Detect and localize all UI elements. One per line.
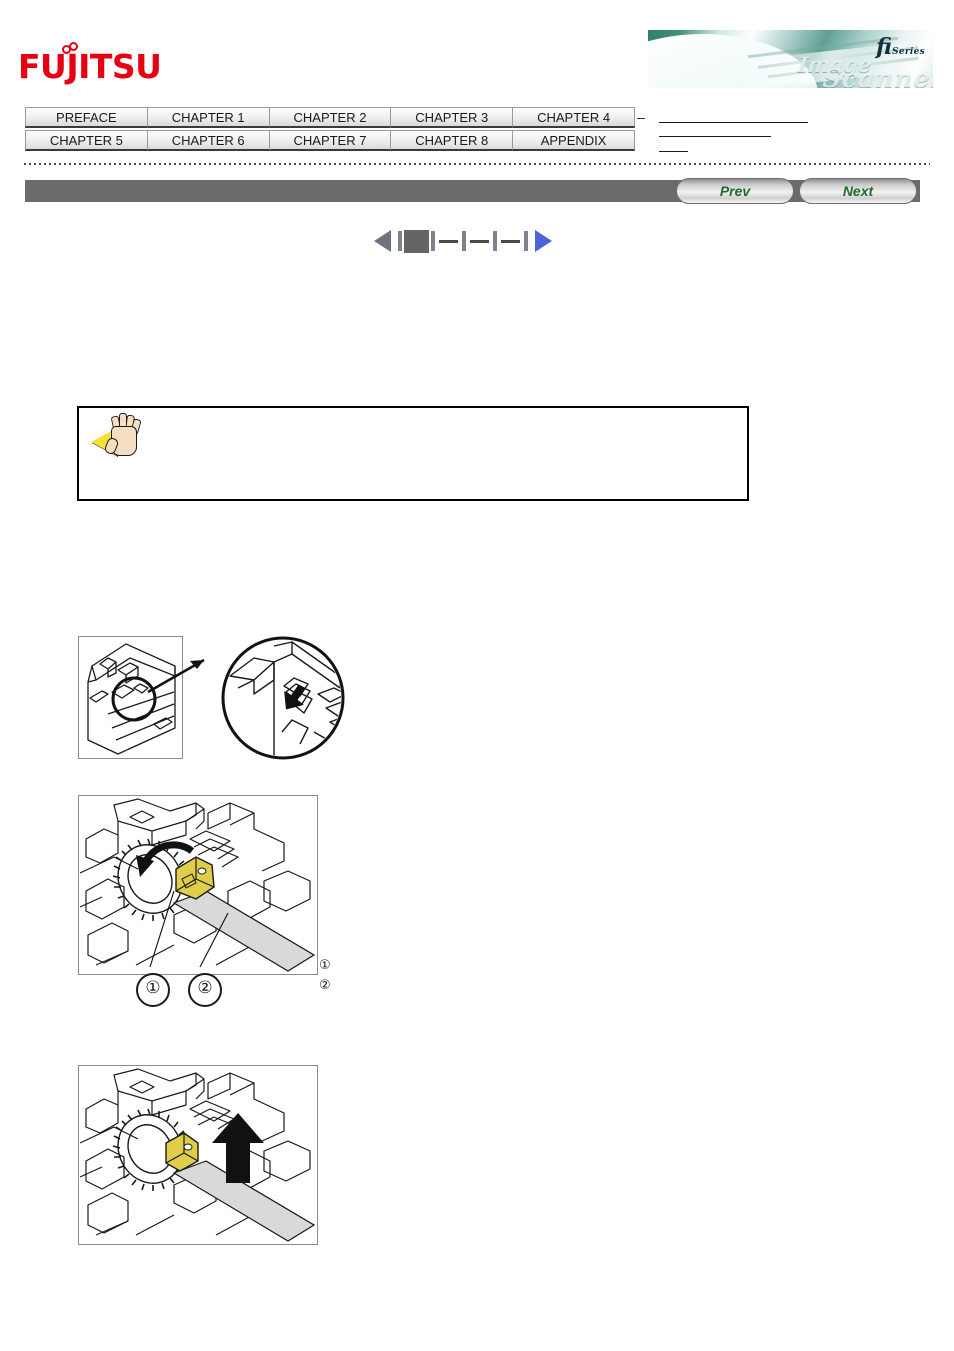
pager-prev-arrow-icon[interactable] bbox=[374, 230, 391, 252]
chapter-tab-row-1: PREFACE CHAPTER 1 CHAPTER 2 CHAPTER 3 CH… bbox=[25, 107, 635, 128]
fi-series-banner: Image Scanner fiSeries bbox=[648, 30, 933, 88]
figure-2-artwork bbox=[78, 795, 318, 975]
tab-preface[interactable]: PREFACE bbox=[25, 107, 147, 128]
pager-current-marker bbox=[404, 229, 429, 253]
pager-next-arrow-icon[interactable] bbox=[535, 230, 552, 252]
callout-number-1: ① bbox=[136, 973, 170, 1007]
tab-chapter-2[interactable]: CHAPTER 2 bbox=[268, 107, 391, 128]
tab-chapter-3[interactable]: CHAPTER 3 bbox=[390, 107, 513, 128]
fujitsu-logo-text: FUJITSU bbox=[18, 47, 162, 86]
chapter-tab-row-2: CHAPTER 5 CHAPTER 6 CHAPTER 7 CHAPTER 8 … bbox=[25, 130, 635, 151]
figure-pick-roller-remove-lift bbox=[78, 1065, 318, 1245]
breadcrumb-link-rule-3[interactable] bbox=[659, 151, 688, 152]
figure-3-artwork bbox=[78, 1065, 318, 1245]
banner-fi-text: fi bbox=[876, 34, 893, 60]
stop-hand-icon bbox=[91, 413, 145, 458]
figure-scanner-latch-detail bbox=[78, 636, 378, 760]
fujitsu-logo: FUJITSU bbox=[18, 42, 162, 86]
pager-tick bbox=[398, 231, 402, 251]
next-button[interactable]: Next bbox=[799, 178, 917, 204]
banner-series-text: Series bbox=[892, 47, 925, 57]
pager-tick bbox=[524, 231, 528, 251]
breadcrumb-link-rule-1[interactable] bbox=[659, 122, 808, 123]
tab-chapter-5[interactable]: CHAPTER 5 bbox=[25, 130, 147, 151]
caution-box bbox=[77, 406, 749, 501]
banner-fi-logo: fiSeries bbox=[876, 36, 925, 58]
page-position-indicator bbox=[374, 229, 552, 253]
callout-number-2: ② bbox=[188, 973, 222, 1007]
pager-tick bbox=[462, 231, 466, 251]
tab-appendix[interactable]: APPENDIX bbox=[512, 130, 635, 151]
pager-dash bbox=[501, 239, 520, 243]
chapter-tab-nav: PREFACE CHAPTER 1 CHAPTER 2 CHAPTER 3 CH… bbox=[25, 107, 635, 151]
figure-2-edge-marker-1: ① bbox=[319, 958, 331, 973]
tab-chapter-1[interactable]: CHAPTER 1 bbox=[146, 107, 269, 128]
tab-chapter-4[interactable]: CHAPTER 4 bbox=[512, 107, 635, 128]
pager-tick bbox=[431, 231, 435, 251]
figure-2-edge-marker-2: ② bbox=[319, 978, 331, 993]
prev-button[interactable]: Prev bbox=[676, 178, 794, 204]
tab-chapter-8[interactable]: CHAPTER 8 bbox=[390, 130, 513, 151]
dotted-divider bbox=[24, 163, 930, 165]
figure-2-callout-group: ① ② bbox=[78, 963, 328, 1018]
pager-tick bbox=[493, 231, 497, 251]
banner-script-scanner: Scanner bbox=[821, 64, 933, 88]
pager-dash bbox=[439, 239, 458, 243]
tab-chapter-6[interactable]: CHAPTER 6 bbox=[146, 130, 269, 151]
figure-1-artwork bbox=[78, 636, 345, 760]
figure-pick-roller-clamp-rotate bbox=[78, 795, 318, 975]
pager-dash bbox=[470, 239, 489, 243]
breadcrumb-link-rule-2[interactable] bbox=[659, 136, 771, 137]
tab-chapter-7[interactable]: CHAPTER 7 bbox=[268, 130, 391, 151]
tab-group-brace bbox=[637, 118, 645, 119]
